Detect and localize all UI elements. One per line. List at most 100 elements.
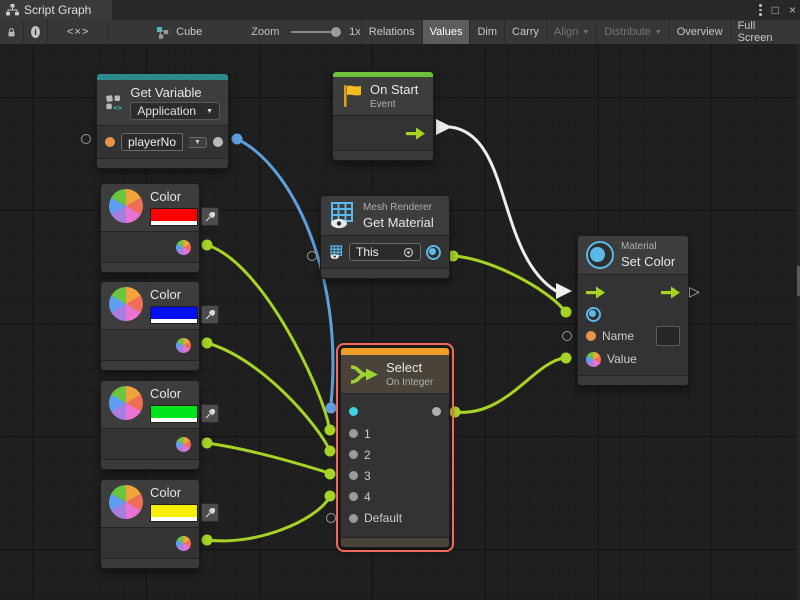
- color-wheel-icon: [109, 485, 143, 519]
- select-option-row: 4: [341, 486, 449, 507]
- fullscreen-button[interactable]: Full Screen: [731, 20, 800, 44]
- node-title: Get Variable: [130, 85, 220, 100]
- carry-button[interactable]: Carry: [505, 20, 547, 44]
- relations-button[interactable]: Relations: [361, 20, 423, 44]
- node-subtitle: Event: [370, 99, 418, 110]
- port-name-input[interactable]: [105, 137, 115, 147]
- port-option-2[interactable]: [349, 450, 358, 459]
- object-picker-icon[interactable]: [403, 247, 414, 258]
- color-swatch[interactable]: [150, 504, 198, 522]
- variable-scope-dropdown[interactable]: Application ▼: [130, 102, 220, 120]
- eyedropper-icon: [205, 409, 215, 419]
- port-option-1[interactable]: [349, 429, 358, 438]
- graph-toolbar: i <×> Cube Zoom 1x Relations Values Dim …: [0, 20, 800, 45]
- port-option-3[interactable]: [349, 471, 358, 480]
- select-merge-icon: [349, 361, 379, 388]
- eyedropper-icon: [205, 310, 215, 320]
- flow-output-port[interactable]: [661, 286, 680, 299]
- node-get-material[interactable]: Mesh Renderer Get Material This: [320, 195, 450, 279]
- align-button: Align▼: [547, 20, 597, 44]
- port-option-4[interactable]: [349, 492, 358, 501]
- eyedropper-button[interactable]: [201, 207, 219, 226]
- flow-input-port[interactable]: [586, 286, 605, 299]
- port-color-output[interactable]: [176, 437, 191, 452]
- port-name-input[interactable]: [586, 331, 596, 341]
- close-icon[interactable]: ×: [789, 0, 796, 20]
- port-color-output[interactable]: [176, 536, 191, 551]
- node-footer: [97, 158, 228, 168]
- select-option-row: 2: [341, 444, 449, 465]
- color-wheel-icon: [109, 189, 143, 223]
- eyedropper-button[interactable]: [201, 404, 219, 423]
- tab-script-graph[interactable]: Script Graph: [0, 0, 112, 20]
- flow-out-triangle[interactable]: ▷: [689, 283, 700, 300]
- port-material-input[interactable]: [586, 307, 601, 322]
- zoom-slider[interactable]: [291, 31, 337, 33]
- variable-name-dropdown-button[interactable]: ▼: [189, 137, 207, 148]
- lock-icon: [7, 26, 16, 39]
- edit-code-button[interactable]: <×>: [48, 20, 109, 44]
- node-color-green[interactable]: Color: [100, 380, 200, 470]
- node-title: Select: [386, 360, 433, 375]
- window-menu-icon[interactable]: [759, 4, 762, 16]
- node-color-red[interactable]: Color: [100, 183, 200, 273]
- dim-button[interactable]: Dim: [470, 20, 505, 44]
- flow-output-port[interactable]: [406, 127, 425, 140]
- port-color-output[interactable]: [176, 240, 191, 255]
- maximize-icon[interactable]: □: [772, 0, 779, 20]
- target-field[interactable]: This: [349, 243, 421, 261]
- name-input-field[interactable]: [656, 326, 680, 346]
- port-selection-output[interactable]: [432, 407, 441, 416]
- node-title: On Start: [370, 82, 418, 97]
- node-footer: [101, 459, 199, 469]
- eyedropper-button[interactable]: [201, 503, 219, 522]
- color-swatch[interactable]: [150, 405, 198, 423]
- select-option-row: Default: [341, 507, 449, 529]
- graph-breadcrumb[interactable]: Cube: [149, 20, 209, 44]
- node-get-variable[interactable]: <> Get Variable Application ▼ playerNo ▼: [96, 73, 229, 169]
- port-value-input[interactable]: [586, 352, 601, 367]
- variable-name-field[interactable]: playerNo: [121, 133, 183, 151]
- port-ring-set-color-name[interactable]: [562, 331, 572, 341]
- name-label: Name: [602, 329, 634, 343]
- node-footer: [341, 537, 449, 547]
- node-select[interactable]: Select On Integer 1 2 3 4: [340, 347, 450, 548]
- port-color-output[interactable]: [176, 338, 191, 353]
- port-option-default[interactable]: [349, 514, 358, 523]
- select-option-row: 3: [341, 465, 449, 486]
- lock-button[interactable]: [0, 20, 24, 44]
- svg-text:<>: <>: [113, 102, 122, 111]
- color-wheel-icon: [109, 386, 143, 420]
- port-ring-select-default[interactable]: [326, 513, 336, 523]
- port-value-output[interactable]: [213, 137, 223, 147]
- option-label: Default: [364, 511, 402, 525]
- port-material-output[interactable]: [426, 245, 441, 260]
- eyedropper-button[interactable]: [201, 305, 219, 324]
- port-ring-get-variable-object[interactable]: [81, 134, 91, 144]
- graph-name: Cube: [176, 26, 202, 38]
- node-set-color[interactable]: Material Set Color Name: [577, 235, 689, 386]
- node-color-yellow[interactable]: Color: [100, 479, 200, 569]
- port-selector-input[interactable]: [349, 407, 358, 416]
- node-title: Set Color: [621, 254, 675, 269]
- graph-icon: [156, 26, 170, 39]
- node-footer: [101, 558, 199, 568]
- mesh-renderer-icon: [329, 201, 356, 230]
- color-swatch[interactable]: [150, 306, 198, 324]
- node-on-start[interactable]: On Start Event: [332, 71, 434, 161]
- inspect-button[interactable]: i: [24, 20, 48, 44]
- node-color-blue[interactable]: Color: [100, 281, 200, 371]
- chevron-down-icon: ▼: [206, 108, 213, 115]
- node-footer: [321, 268, 449, 278]
- values-button[interactable]: Values: [423, 20, 471, 44]
- option-label: 2: [364, 448, 371, 462]
- zoom-slider-handle[interactable]: [331, 27, 341, 37]
- color-swatch[interactable]: [150, 208, 198, 226]
- variable-icon: <>: [105, 90, 123, 116]
- chevron-down-icon: ▼: [582, 29, 589, 36]
- target-type-icon: [329, 245, 344, 260]
- overview-button[interactable]: Overview: [670, 20, 731, 44]
- port-ring-get-material-target[interactable]: [307, 251, 317, 261]
- flag-icon: [341, 83, 363, 109]
- option-label: 1: [364, 427, 371, 441]
